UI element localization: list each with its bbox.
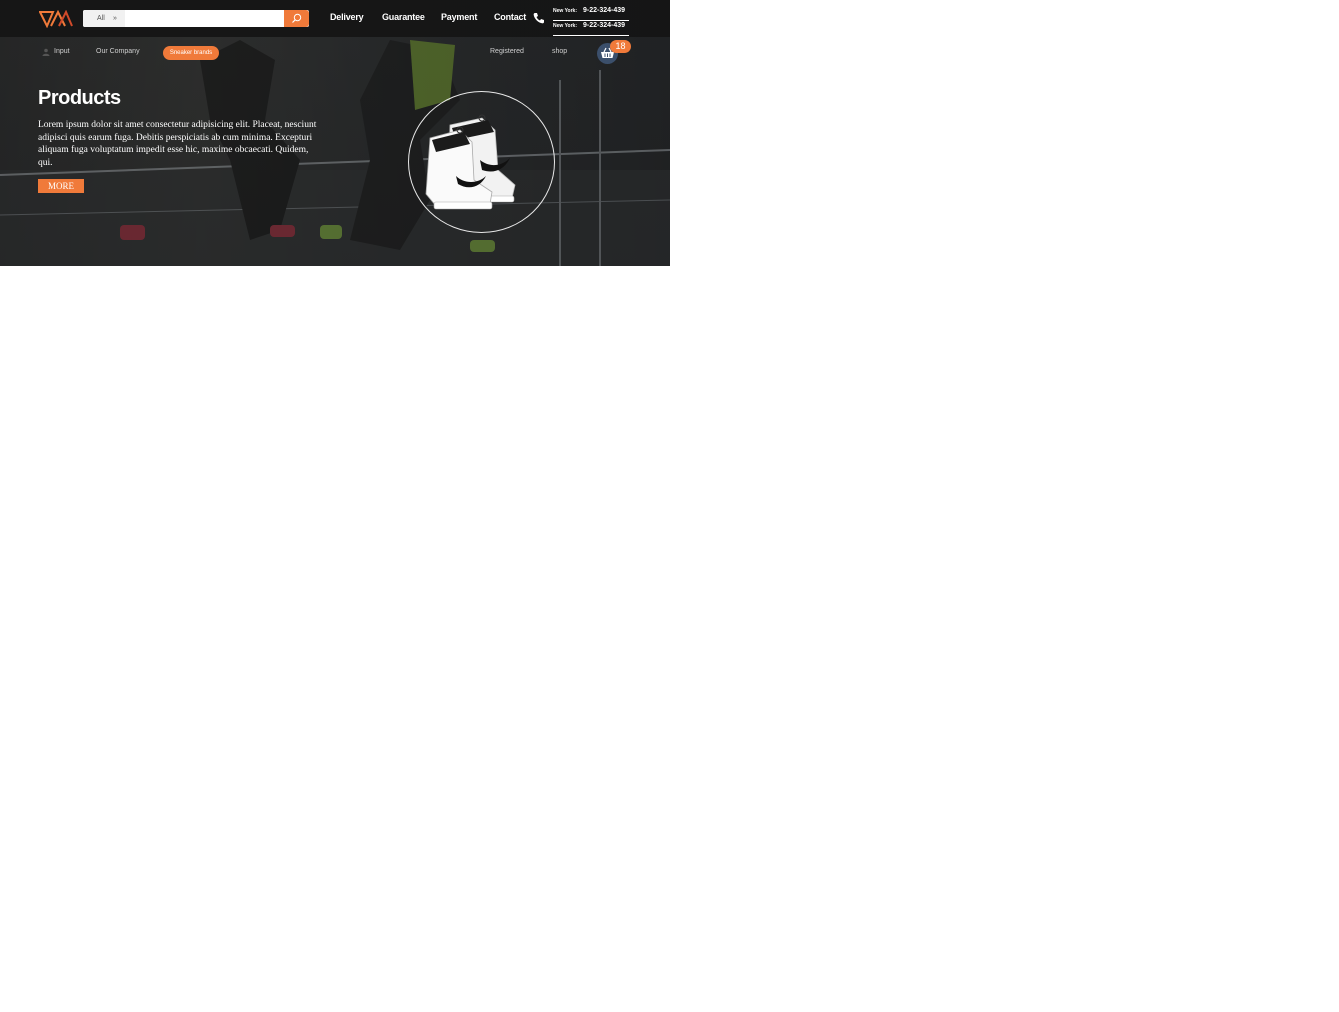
top-header: All » Delivery Guarantee Payment Contact… bbox=[0, 0, 670, 37]
logo-icon[interactable] bbox=[39, 10, 73, 28]
cart-count-badge: 18 bbox=[610, 40, 631, 53]
sneaker-brands-button[interactable]: Sneaker brands bbox=[163, 46, 219, 60]
sneaker-image bbox=[425, 114, 516, 210]
phone-row: New York: 9-22-324-439 bbox=[553, 21, 629, 36]
phone-number[interactable]: 9-22-324-439 bbox=[583, 22, 625, 29]
search-icon bbox=[292, 13, 302, 23]
hero-banner: All » Delivery Guarantee Payment Contact… bbox=[0, 0, 670, 266]
nav-guarantee[interactable]: Guarantee bbox=[382, 12, 425, 22]
our-company-link[interactable]: Our Company bbox=[96, 48, 140, 55]
shop-link[interactable]: shop bbox=[552, 48, 567, 55]
phone-number[interactable]: 9-22-324-439 bbox=[583, 7, 625, 14]
search-bar: All » bbox=[83, 10, 309, 27]
chevron-down-icon: » bbox=[113, 15, 117, 22]
phone-city: New York: bbox=[553, 8, 577, 14]
nav-payment[interactable]: Payment bbox=[441, 12, 477, 22]
category-select[interactable]: All » bbox=[83, 10, 125, 27]
phone-icon bbox=[533, 13, 544, 24]
hero-description: Lorem ipsum dolor sit amet consectetur a… bbox=[38, 120, 317, 168]
more-button[interactable]: MORE bbox=[38, 179, 84, 193]
phone-list: New York: 9-22-324-439 New York: 9-22-32… bbox=[553, 6, 629, 36]
category-label: All bbox=[97, 15, 105, 22]
page-title: Products bbox=[38, 87, 121, 109]
search-input[interactable] bbox=[126, 10, 292, 27]
nav-contact[interactable]: Contact bbox=[494, 12, 526, 22]
registered-link[interactable]: Registered bbox=[490, 48, 524, 55]
login-link[interactable]: Input bbox=[54, 48, 70, 55]
nav-delivery[interactable]: Delivery bbox=[330, 12, 364, 22]
user-icon bbox=[42, 48, 50, 56]
phone-city: New York: bbox=[553, 23, 577, 29]
search-button[interactable] bbox=[284, 10, 309, 27]
phone-row: New York: 9-22-324-439 bbox=[553, 6, 629, 21]
